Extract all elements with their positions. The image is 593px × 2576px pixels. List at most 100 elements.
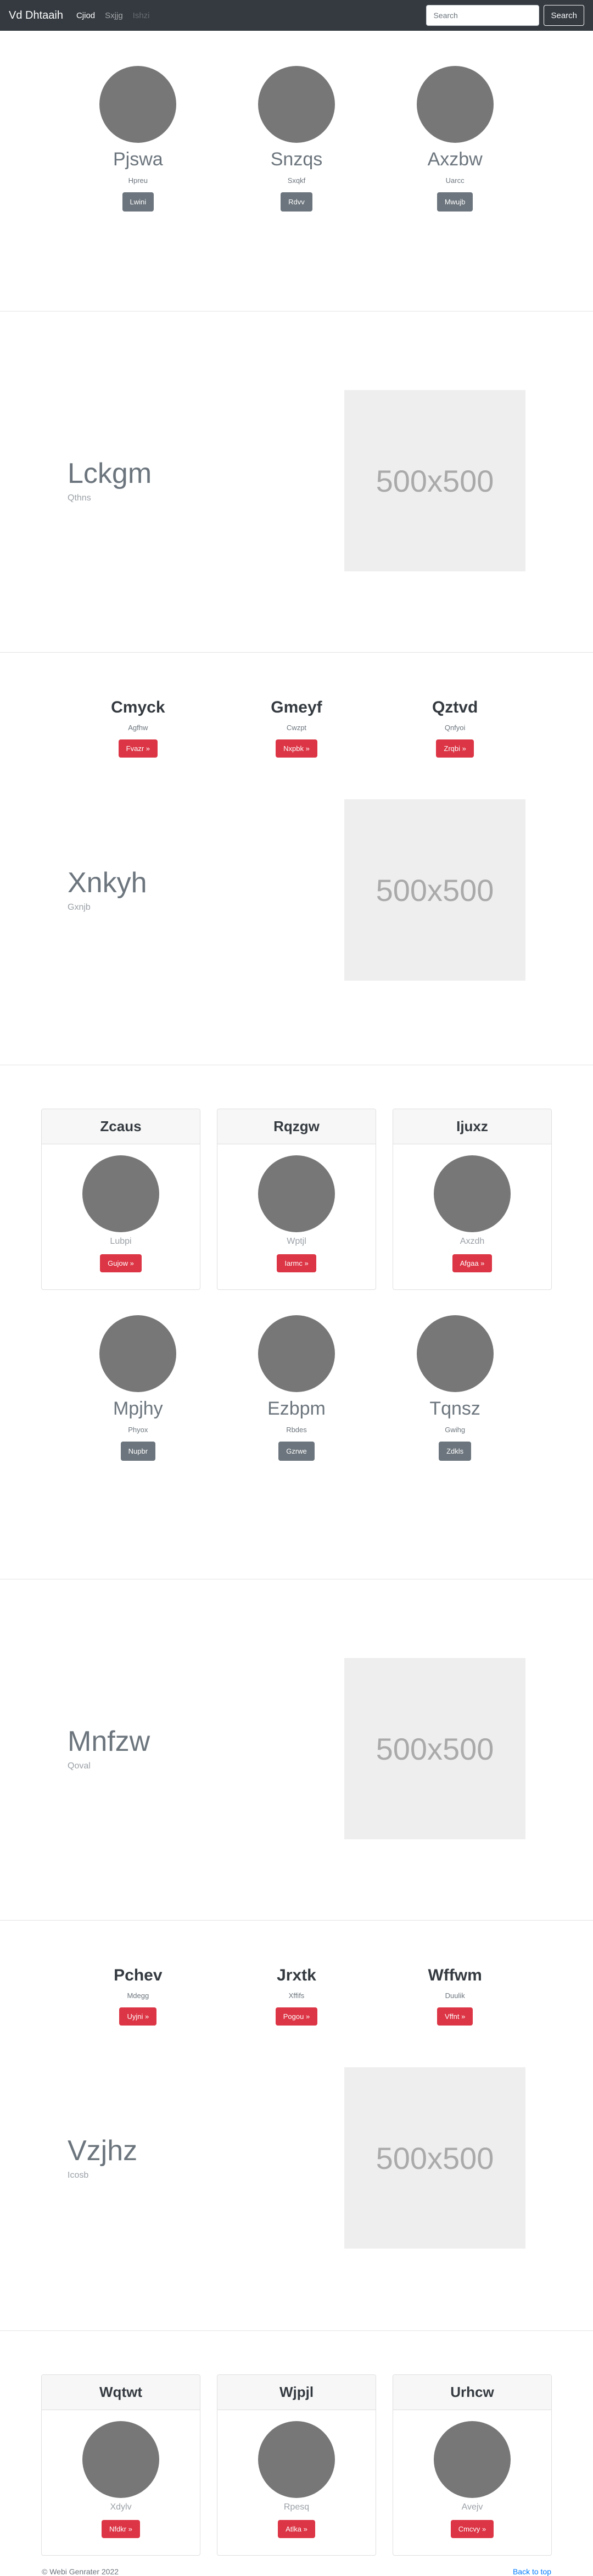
profile-button[interactable]: Gzrwe <box>278 1442 315 1461</box>
heading-button[interactable]: Fvazr » <box>118 739 158 758</box>
search-form: Search <box>426 5 584 26</box>
heading-item-6: Wffwm Duulik Vffnt » <box>376 1966 534 2026</box>
card-title: Wjpjl <box>217 2375 376 2410</box>
avatar <box>258 66 335 143</box>
card-button[interactable]: Iarmc » <box>277 1254 316 1272</box>
feature-subtitle: Gxnjb <box>68 902 91 912</box>
nav-link-2[interactable]: Sxjjg <box>105 11 123 20</box>
profile-subtitle: Sxqkf <box>287 176 306 185</box>
nav-link-1[interactable]: Cjiod <box>76 11 95 20</box>
heading-subtitle: Duulik <box>445 1991 465 2000</box>
heading-title: Jrxtk <box>277 1966 316 1984</box>
card-4: Wqtwt Xdylv Nfdkr » <box>41 2374 200 2556</box>
heading-subtitle: Agfhw <box>128 724 148 732</box>
card-5: Wjpjl Rpesq Atlka » <box>217 2374 376 2556</box>
heading-title: Pchev <box>114 1966 163 1984</box>
profile-name: Axzbw <box>427 149 483 170</box>
feature-title: Lckgm <box>68 458 152 490</box>
profile-button[interactable]: Rdvv <box>281 192 312 212</box>
profile-name: Snzqs <box>270 149 323 170</box>
card-subtitle: Xdylv <box>110 2502 132 2512</box>
card-title: Rqzgw <box>217 1109 376 1144</box>
search-input[interactable] <box>426 5 540 26</box>
brand-logo[interactable]: Vd Dhtaaih <box>9 9 63 22</box>
heading-item-2: Gmeyf Cwzpt Nxpbk » <box>217 698 376 758</box>
card-subtitle: Avejv <box>461 2502 483 2512</box>
headings-section-2: Pchev Mdegg Uyjni » Jrxtk Xffifs Pogou »… <box>0 1921 593 2330</box>
heading-item-3: Qztvd Qnfyoi Zrqbi » <box>376 698 534 758</box>
footer: © Webi Genrater 2022 Back to top <box>0 2567 593 2576</box>
heading-item-1: Cmyck Agfhw Fvazr » <box>59 698 217 758</box>
nav-link-3[interactable]: Ishzi <box>133 11 150 20</box>
cards-section-2: Wqtwt Xdylv Nfdkr » Wjpjl Rpesq Atlka » … <box>0 2331 593 2567</box>
card-subtitle: Axzdh <box>460 1237 485 1246</box>
profile-button[interactable]: Mwujb <box>437 192 473 212</box>
feature-title: Xnkyh <box>68 867 147 899</box>
card-subtitle: Rpesq <box>283 2502 310 2512</box>
profile-3: Axzbw Uarcc Mwujb <box>376 66 534 212</box>
image-placeholder: 500x500 <box>344 1658 525 1839</box>
heading-item-5: Jrxtk Xffifs Pogou » <box>217 1966 376 2026</box>
profile-1: Pjswa Hpreu Lwini <box>59 66 217 212</box>
feature-subtitle: Qthns <box>68 493 91 503</box>
image-placeholder: 500x500 <box>344 2067 525 2249</box>
heading-title: Gmeyf <box>271 698 322 716</box>
profile-button[interactable]: Nupbr <box>120 1442 156 1461</box>
card-button[interactable]: Afgaa » <box>452 1254 493 1272</box>
profile-button[interactable]: Zdkls <box>439 1442 472 1461</box>
card-button[interactable]: Atlka » <box>278 2520 315 2538</box>
avatar <box>434 2421 511 2498</box>
card-subtitle: Wptjl <box>287 1237 306 1246</box>
heading-subtitle: Xffifs <box>288 1991 305 2000</box>
search-button[interactable]: Search <box>544 5 584 26</box>
avatar <box>258 1155 335 1232</box>
feature-subtitle: Icosb <box>68 2170 89 2180</box>
avatar <box>416 66 494 143</box>
feature-section-1: Lckgm Qthns 500x500 <box>0 311 593 652</box>
profile-subtitle: Uarcc <box>445 176 465 185</box>
card-2: Rqzgw Wptjl Iarmc » <box>217 1109 376 1290</box>
card-title: Ijuxz <box>393 1109 551 1144</box>
profile-subtitle: Rbdes <box>286 1426 307 1434</box>
heading-title: Cmyck <box>111 698 165 716</box>
profile-name: Ezbpm <box>267 1398 326 1419</box>
avatar <box>258 2421 335 2498</box>
heading-subtitle: Cwzpt <box>286 724 307 732</box>
heading-button[interactable]: Uyjni » <box>119 2007 157 2026</box>
card-title: Wqtwt <box>42 2375 200 2410</box>
heading-item-4: Pchev Mdegg Uyjni » <box>59 1966 217 2026</box>
cards-section-1: Zcaus Lubpi Gujow » Rqzgw Wptjl Iarmc » … <box>0 1065 593 1579</box>
profile-5: Ezbpm Rbdes Gzrwe <box>217 1315 376 1461</box>
avatar <box>434 1155 511 1232</box>
heading-subtitle: Mdegg <box>127 1991 149 2000</box>
profile-button[interactable]: Lwini <box>122 192 154 212</box>
avatar <box>258 1315 335 1392</box>
avatar <box>82 1155 159 1232</box>
avatar <box>82 2421 159 2498</box>
card-button[interactable]: Cmcvy » <box>450 2520 494 2538</box>
profile-subtitle: Phyox <box>128 1426 148 1434</box>
heading-button[interactable]: Zrqbi » <box>436 739 474 758</box>
card-button[interactable]: Nfdkr » <box>102 2520 140 2538</box>
feature-section-3: Mnfzw Qoval 500x500 <box>0 1579 593 1920</box>
profile-name: Mpjhy <box>113 1398 163 1419</box>
footer-copyright: © Webi Genrater 2022 <box>42 2567 119 2576</box>
heading-title: Qztvd <box>432 698 478 716</box>
profile-4: Mpjhy Phyox Nupbr <box>59 1315 217 1461</box>
avatar <box>99 66 177 143</box>
heading-button[interactable]: Nxpbk » <box>276 739 317 758</box>
heading-button[interactable]: Pogou » <box>275 2007 318 2026</box>
card-subtitle: Lubpi <box>110 1237 132 1246</box>
card-1: Zcaus Lubpi Gujow » <box>41 1109 200 1290</box>
avatar <box>416 1315 494 1392</box>
image-placeholder: 500x500 <box>344 390 525 571</box>
feature-subtitle: Qoval <box>68 1761 91 1771</box>
image-placeholder: 500x500 <box>344 799 525 981</box>
card-button[interactable]: Gujow » <box>100 1254 142 1272</box>
heading-title: Wffwm <box>428 1966 482 1984</box>
card-6: Urhcw Avejv Cmcvy » <box>393 2374 552 2556</box>
feature-title: Vzjhz <box>68 2135 138 2167</box>
heading-button[interactable]: Vffnt » <box>437 2007 473 2026</box>
back-to-top-link[interactable]: Back to top <box>513 2567 551 2576</box>
profile-subtitle: Gwihg <box>445 1426 466 1434</box>
